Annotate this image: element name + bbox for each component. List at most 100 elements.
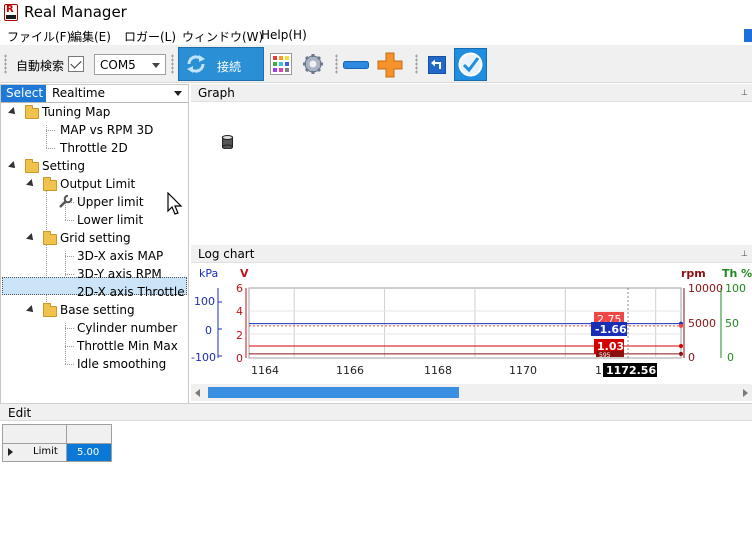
menu-logger[interactable]: ロガー(L)	[124, 28, 176, 45]
realtime-dropdown[interactable]: Realtime	[52, 86, 105, 100]
x-tick: 1168	[424, 364, 452, 377]
back-icon[interactable]	[428, 56, 446, 74]
tree-item-2d-x-axis-throttle[interactable]: 2D-X axis Throttle	[1, 283, 188, 301]
pin-icon[interactable]: ⊥	[741, 249, 748, 258]
database-icon	[222, 135, 233, 149]
expand-arrow-icon[interactable]	[26, 179, 36, 189]
tree-item-label: Throttle 2D	[60, 141, 128, 155]
tree-item-throttle-min-max[interactable]: Throttle Min Max	[1, 337, 188, 355]
auto-search-checkbox[interactable]	[68, 56, 84, 72]
toolbar-grip[interactable]	[335, 54, 338, 74]
port-select[interactable]: COM5	[94, 54, 166, 75]
limit-value-cell[interactable]: 5.00	[67, 444, 111, 461]
log-chart-title: Log chart	[198, 247, 255, 261]
expand-arrow-icon[interactable]	[8, 107, 18, 117]
series-point-v	[679, 343, 683, 348]
gear-icon[interactable]	[302, 53, 324, 75]
window-control-block[interactable]	[744, 29, 752, 42]
v-axis-label: V	[240, 267, 249, 280]
pin-icon[interactable]: ⊥	[741, 88, 748, 97]
tree-item-label: Output Limit	[60, 177, 136, 191]
cursor-value-label: 1172.56	[606, 364, 656, 377]
chart-horizontal-scrollbar[interactable]	[191, 384, 752, 401]
check-icon[interactable]	[454, 48, 487, 81]
v-tick: 4	[236, 305, 243, 318]
tree-item-3d-x-axis-map[interactable]: 3D-X axis MAP	[1, 247, 188, 265]
rpm-tick: 0	[688, 351, 695, 364]
grid-row-label: Limit	[33, 446, 58, 457]
rpm-axis-label: rpm	[681, 267, 706, 280]
menu-edit[interactable]: 編集(E)	[70, 28, 111, 45]
kpa-tick: -100	[191, 351, 216, 364]
title-bar: R Real Manager	[0, 0, 752, 25]
grid-corner-header	[3, 425, 67, 444]
tree-item-map-vs-rpm-3d[interactable]: MAP vs RPM 3D	[1, 121, 188, 139]
scrollbar-thumb[interactable]	[208, 387, 459, 398]
tree-item-idle-smoothing[interactable]: Idle smoothing	[1, 355, 188, 373]
x-tick: 1	[595, 364, 602, 377]
tree-item-label: Lower limit	[77, 213, 144, 227]
tree-item-throttle-2d[interactable]: Throttle 2D	[1, 139, 188, 157]
expand-arrow-icon[interactable]	[26, 305, 36, 315]
edit-panel-title: Edit	[8, 406, 32, 420]
folder-icon	[25, 105, 39, 119]
window-title: Real Manager	[24, 3, 127, 21]
th-tick: 100	[725, 282, 746, 295]
color-grid-icon[interactable]	[270, 53, 292, 75]
row-indicator-icon	[8, 448, 13, 456]
grid-row-header[interactable]: Limit	[3, 444, 67, 461]
tree-item-label: Throttle Min Max	[77, 339, 178, 353]
menu-window[interactable]: ウィンドウ(W)	[182, 28, 263, 45]
toolbar-grip[interactable]	[171, 54, 174, 74]
tree-item-label: Setting	[42, 159, 85, 173]
chevron-down-icon[interactable]	[174, 91, 182, 96]
select-tab[interactable]: Select	[1, 85, 46, 102]
scroll-right-icon[interactable]	[743, 389, 748, 397]
connect-button[interactable]: 接続	[178, 47, 264, 81]
toolbar-grip[interactable]	[415, 54, 418, 74]
tree-item-label: 3D-X axis MAP	[77, 249, 164, 263]
tree-item-setting[interactable]: Setting	[1, 157, 188, 175]
select-panel: Select Realtime Tuning Map MAP vs RPM 3D…	[0, 84, 189, 404]
toolbar-grip[interactable]	[4, 54, 7, 74]
log-chart[interactable]: kPa V rpm Th % 100 0 -100 6 4 2 0 2.75 -…	[191, 264, 752, 384]
graph-panel-title: Graph	[198, 86, 235, 100]
th-axis-label: Th %	[722, 267, 752, 280]
tree-item-upper-limit[interactable]: Upper limit	[1, 193, 188, 211]
expand-arrow-icon[interactable]	[8, 161, 18, 171]
port-select-value: COM5	[100, 58, 136, 72]
value-label-rpm: 595	[599, 352, 611, 359]
rpm-tick: 5000	[688, 317, 716, 330]
tree-item-3d-y-axis-rpm[interactable]: 3D-Y axis RPM	[1, 265, 188, 283]
series-point-v	[679, 323, 683, 328]
toolbar: 自動検索 COM5	[0, 45, 752, 83]
tree-item-label: Idle smoothing	[77, 357, 167, 371]
tree-item-tuning-map[interactable]: Tuning Map	[1, 103, 188, 121]
tree-item-output-limit[interactable]: Output Limit	[1, 175, 188, 193]
menu-file[interactable]: ファイル(F)	[7, 28, 71, 45]
app-logo-icon: R	[4, 4, 18, 21]
th-tick: 50	[725, 317, 739, 330]
folder-icon	[25, 159, 39, 173]
plus-icon[interactable]	[377, 52, 403, 78]
th-tick: 0	[727, 351, 734, 364]
graph-panel-header: Graph ⊥	[191, 84, 752, 102]
scroll-left-icon[interactable]	[195, 389, 200, 397]
x-tick: 1170	[509, 364, 537, 377]
minus-icon[interactable]	[343, 61, 369, 69]
kpa-tick: 0	[205, 324, 212, 337]
v-tick: 6	[236, 282, 243, 295]
tree-item-lower-limit[interactable]: Lower limit	[1, 211, 188, 229]
expand-arrow-icon[interactable]	[26, 233, 36, 243]
tree-item-grid-setting[interactable]: Grid setting	[1, 229, 188, 247]
tree-item-cylinder-number[interactable]: Cylinder number	[1, 319, 188, 337]
log-chart-header: Log chart ⊥	[191, 245, 752, 263]
folder-icon	[43, 177, 57, 191]
menu-help[interactable]: Help(H)	[261, 28, 307, 42]
kpa-axis-label: kPa	[199, 267, 218, 280]
mouse-cursor-icon	[167, 192, 183, 215]
tree-item-label: MAP vs RPM 3D	[60, 123, 154, 137]
value-label-kpa: -1.66	[595, 323, 627, 336]
tree-item-base-setting[interactable]: Base setting	[1, 301, 188, 319]
connect-button-label: 接続	[217, 60, 242, 74]
